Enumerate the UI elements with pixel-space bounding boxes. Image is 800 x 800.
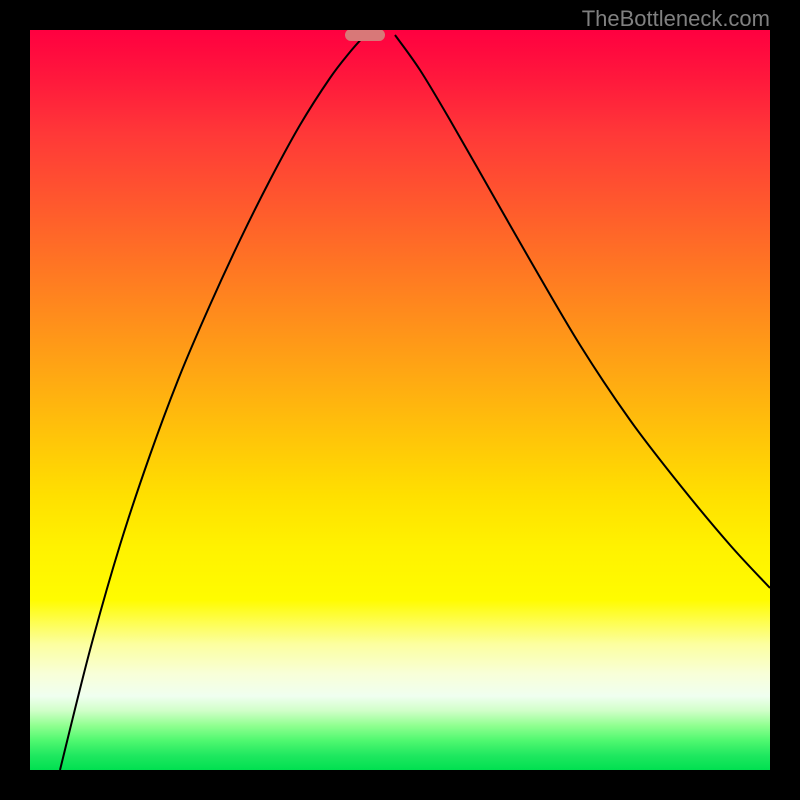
watermark-text: TheBottleneck.com: [582, 6, 770, 32]
left-curve: [60, 35, 365, 770]
chart-plot-area: [30, 30, 770, 770]
bottom-marker: [345, 30, 385, 41]
curve-svg: [30, 30, 770, 770]
right-curve: [395, 35, 770, 588]
